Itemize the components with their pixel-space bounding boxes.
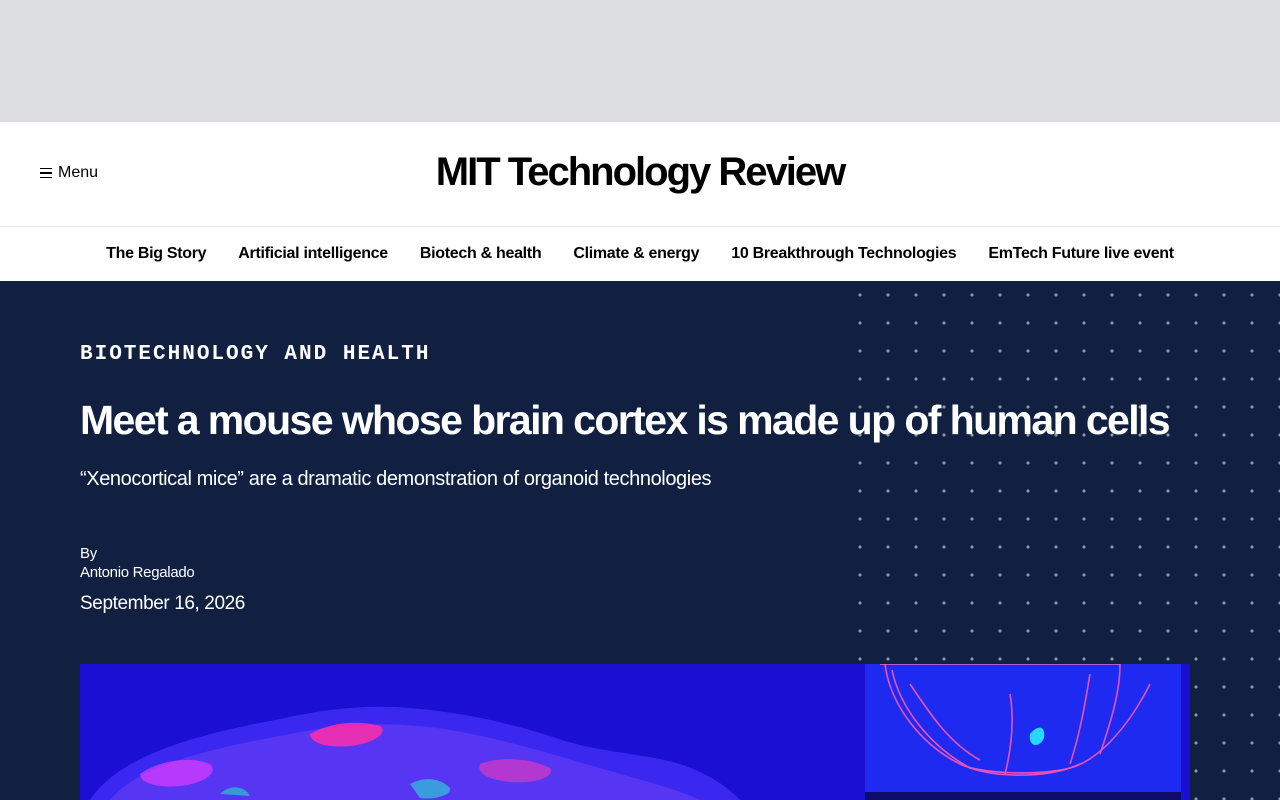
nav-item-biotech-health[interactable]: Biotech & health xyxy=(404,245,557,263)
topic-nav: The Big Story Artificial intelligence Bi… xyxy=(0,226,1280,281)
nav-item-10-breakthrough-technologies[interactable]: 10 Breakthrough Technologies xyxy=(715,245,972,263)
nav-item-artificial-intelligence[interactable]: Artificial intelligence xyxy=(222,245,404,263)
article-dek: “Xenocortical mice” are a dramatic demon… xyxy=(80,468,712,490)
publish-date: September 16, 2026 xyxy=(80,593,245,614)
nav-item-the-big-story[interactable]: The Big Story xyxy=(90,245,222,263)
byline-prefix: By xyxy=(80,545,97,562)
article-lead-image xyxy=(80,664,1190,800)
site-header: Menu MIT Technology Review xyxy=(0,122,1280,226)
nav-item-emtech-future[interactable]: EmTech Future live event xyxy=(972,245,1189,263)
ad-banner-slot xyxy=(0,0,1280,122)
site-logo[interactable]: MIT Technology Review xyxy=(0,150,1280,195)
article-topic-link[interactable]: BIOTECHNOLOGY AND HEALTH xyxy=(80,343,430,366)
author-link[interactable]: Antonio Regalado xyxy=(80,564,195,581)
nav-item-climate-energy[interactable]: Climate & energy xyxy=(557,245,715,263)
article-hero: BIOTECHNOLOGY AND HEALTH Meet a mouse wh… xyxy=(0,281,1280,800)
article-headline: Meet a mouse whose brain cortex is made … xyxy=(80,397,1171,443)
brain-cortex-microscopy-image xyxy=(80,664,1190,800)
